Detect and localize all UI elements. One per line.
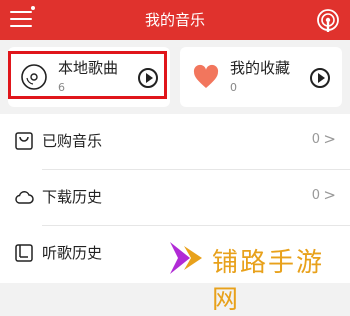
list-item-label: 下载历史 [42,188,103,206]
watermark-text: 铺路手游网 [212,248,325,315]
podcast-icon[interactable] [315,8,341,34]
highlight-box [8,51,167,99]
list-item-label: 听歌历史 [42,244,103,262]
list-item-purchased[interactable]: 已购音乐 0 > [0,114,350,168]
watermark-logo-icon [170,242,202,274]
list-item-download-history[interactable]: 下载历史 0 > [0,170,350,224]
favorites-count: 0 [230,81,237,94]
favorites-card[interactable]: 我的收藏 0 [180,47,342,107]
favorites-label: 我的收藏 [230,59,291,77]
cloud-icon [15,191,34,204]
play-favorites-button[interactable] [310,68,330,88]
chevron-right-icon: > [323,186,336,204]
chevron-right-icon: > [323,130,336,148]
app-header: 我的音乐 [0,0,350,40]
list-item-count: 0 [311,132,320,147]
list-item-label: 已购音乐 [42,132,103,150]
list-item-count: 0 [311,188,320,203]
page-title: 我的音乐 [144,11,205,29]
calendar-icon [15,244,33,262]
shopping-bag-icon [15,132,33,150]
heart-icon [193,64,219,88]
watermark: 铺路手游网 [164,232,350,315]
